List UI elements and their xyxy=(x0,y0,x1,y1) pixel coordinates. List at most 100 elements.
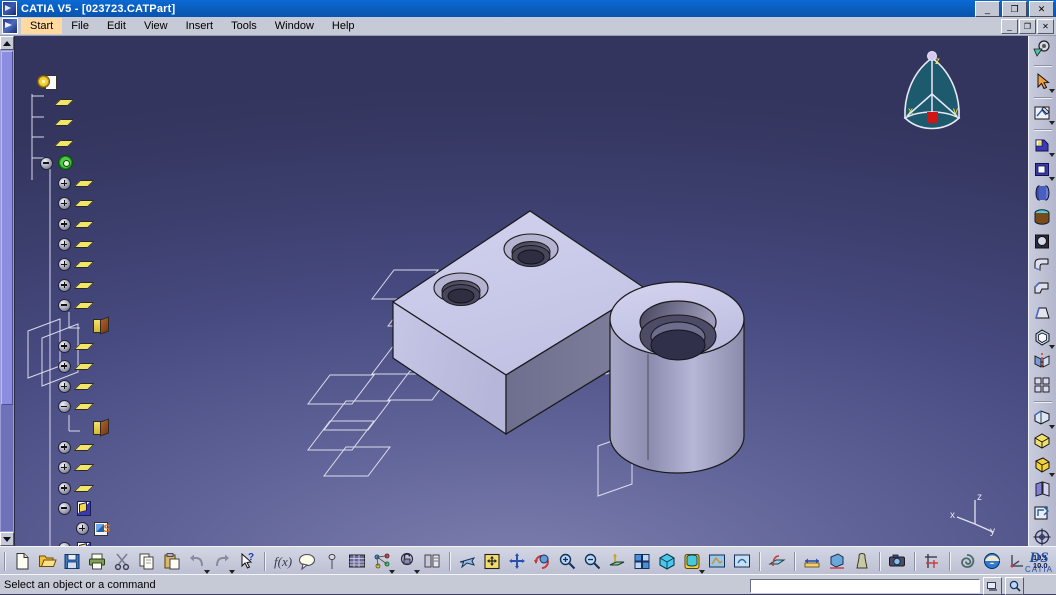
undo-icon[interactable] xyxy=(185,549,210,574)
groove-icon[interactable] xyxy=(1031,206,1055,229)
scroll-up-button[interactable] xyxy=(0,36,14,50)
power-input-icon[interactable] xyxy=(983,577,1002,595)
whats-this-icon[interactable]: ? xyxy=(235,549,260,574)
3d-viewport[interactable]: z x y z x y S xyxy=(0,36,1028,546)
paste-icon[interactable] xyxy=(160,549,185,574)
comment-icon[interactable] xyxy=(295,549,320,574)
boolean-remove-icon[interactable] xyxy=(1031,454,1055,477)
tree-item-bracket-back[interactable] xyxy=(14,173,414,193)
menu-item-help[interactable]: Help xyxy=(323,18,364,34)
pocket-icon[interactable] xyxy=(1031,158,1055,181)
measure-between-icon[interactable] xyxy=(800,549,825,574)
scroll-down-button[interactable] xyxy=(0,532,14,546)
apply-material-icon[interactable] xyxy=(980,549,1005,574)
tree-expander[interactable] xyxy=(58,400,71,414)
tree-item-bridge-pad[interactable] xyxy=(14,539,414,546)
tree-item-back-hole-front[interactable] xyxy=(14,478,414,498)
tree-expander[interactable] xyxy=(58,238,71,252)
spiral-icon[interactable] xyxy=(955,549,980,574)
compass-widget[interactable]: z x y xyxy=(896,44,968,136)
cut-icon[interactable] xyxy=(110,549,135,574)
menu-item-start[interactable]: Start xyxy=(21,18,63,34)
table-icon[interactable] xyxy=(345,549,370,574)
close-button[interactable]: ✕ xyxy=(1029,1,1054,17)
tree-item-main-bracket-pad[interactable] xyxy=(14,498,414,518)
restore-button[interactable]: ❐ xyxy=(1002,1,1027,17)
tree-expander[interactable] xyxy=(58,258,71,272)
tree-item-cylinder-vert-center[interactable] xyxy=(14,255,414,275)
select-arrow-icon[interactable] xyxy=(1031,70,1055,93)
tree-item-partbody[interactable] xyxy=(14,153,414,173)
tree-item-offset[interactable] xyxy=(14,417,414,437)
tree-item-offset[interactable] xyxy=(14,316,414,336)
tree-item-cylinder-horiz-center-bridge-front[interactable] xyxy=(14,275,414,295)
tree-item-bracket-right[interactable] xyxy=(14,214,414,234)
menu-item-window[interactable]: Window xyxy=(266,18,323,34)
camera-icon[interactable] xyxy=(885,549,910,574)
tree-expander[interactable] xyxy=(76,522,89,536)
boolean-add-icon[interactable] xyxy=(1031,406,1055,429)
document-minimize-button[interactable]: _ xyxy=(1001,19,1018,34)
multi-view-icon[interactable] xyxy=(630,549,655,574)
pan-icon[interactable] xyxy=(505,549,530,574)
pattern-icon[interactable] xyxy=(1031,374,1055,397)
tree-expander[interactable] xyxy=(58,197,71,211)
new-icon[interactable] xyxy=(10,549,35,574)
document-restore-button[interactable]: ❐ xyxy=(1019,19,1036,34)
menu-item-insert[interactable]: Insert xyxy=(177,18,223,34)
tree-expander[interactable] xyxy=(58,501,71,515)
copy-icon[interactable] xyxy=(135,549,160,574)
shaft-icon[interactable] xyxy=(1031,182,1055,205)
shell-icon[interactable] xyxy=(1031,326,1055,349)
command-input[interactable] xyxy=(750,579,980,593)
hide-show-icon[interactable] xyxy=(705,549,730,574)
split-icon[interactable] xyxy=(1031,478,1055,501)
zoom-in-icon[interactable] xyxy=(555,549,580,574)
print-icon[interactable] xyxy=(85,549,110,574)
cut-plane-icon[interactable] xyxy=(765,549,790,574)
rotate-icon[interactable] xyxy=(530,549,555,574)
tree-item-bridge-back[interactable] xyxy=(14,356,414,376)
iso-view-icon[interactable] xyxy=(655,549,680,574)
scene-icon[interactable] xyxy=(320,549,345,574)
transform-icon[interactable] xyxy=(1031,502,1055,525)
tree-expander[interactable] xyxy=(58,217,71,231)
lock-icon[interactable] xyxy=(395,549,420,574)
tree-item-front-hole-front[interactable] xyxy=(14,458,414,478)
specification-tree[interactable]: SS xyxy=(14,72,414,546)
tree-item-front-back-hole-left[interactable] xyxy=(14,437,414,457)
zoom-out-icon[interactable] xyxy=(580,549,605,574)
document-close-button[interactable]: ✕ xyxy=(1037,19,1054,34)
chevron-down-icon[interactable] xyxy=(1048,177,1055,181)
chevron-down-icon[interactable] xyxy=(1048,425,1055,429)
scrollbar-track[interactable] xyxy=(1,405,13,531)
formula-icon[interactable]: f(x) xyxy=(270,549,295,574)
chevron-down-icon[interactable] xyxy=(1048,345,1055,349)
analyze-icon[interactable] xyxy=(420,549,445,574)
fly-mode-icon[interactable] xyxy=(455,549,480,574)
chamfer-icon[interactable] xyxy=(1031,278,1055,301)
tree-expander[interactable] xyxy=(58,339,71,353)
tree-item-yz-plane-frontal[interactable] xyxy=(14,113,414,133)
tree-expander[interactable] xyxy=(58,440,71,454)
tree-item-xy-plane-horizontal[interactable] xyxy=(14,92,414,112)
open-icon[interactable] xyxy=(35,549,60,574)
tree-item-bracket[interactable] xyxy=(14,72,414,92)
tree-expander[interactable] xyxy=(40,156,53,170)
tree-expander[interactable] xyxy=(58,278,71,292)
normal-view-icon[interactable] xyxy=(605,549,630,574)
draft-icon[interactable] xyxy=(1031,302,1055,325)
tree-expander[interactable] xyxy=(58,177,71,191)
minimize-button[interactable]: _ xyxy=(975,1,1000,17)
menu-item-edit[interactable]: Edit xyxy=(98,18,135,34)
menu-item-view[interactable]: View xyxy=(135,18,177,34)
save-icon[interactable] xyxy=(60,549,85,574)
search-icon[interactable] xyxy=(1005,577,1024,595)
boolean-assemble-icon[interactable] xyxy=(1031,430,1055,453)
tree-item-bracket-bottom[interactable] xyxy=(14,234,414,254)
tree-item-sketch-2[interactable]: S xyxy=(14,519,414,539)
tree-vertical-scrollbar[interactable] xyxy=(0,36,15,546)
tree-expander[interactable] xyxy=(58,461,71,475)
fillet-icon[interactable] xyxy=(1031,254,1055,277)
chevron-down-icon[interactable] xyxy=(1048,473,1055,477)
